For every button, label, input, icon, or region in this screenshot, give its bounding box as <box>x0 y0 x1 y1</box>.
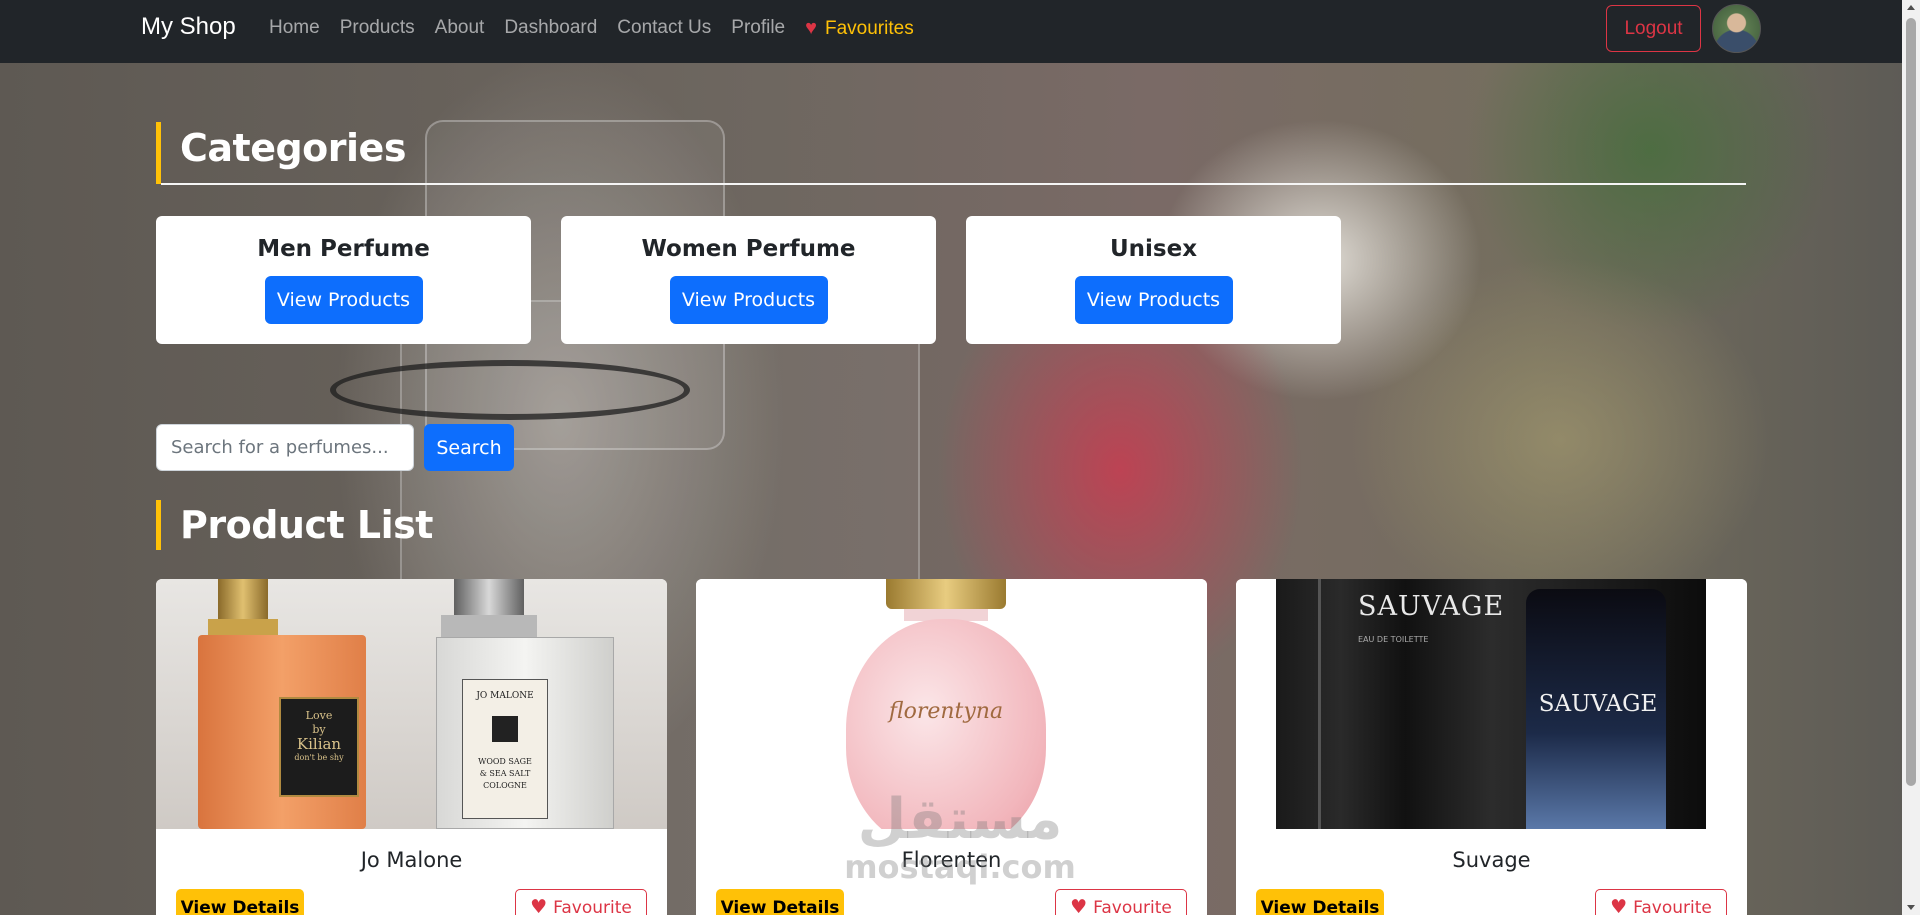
category-card-unisex: Unisex View Products <box>966 216 1341 344</box>
product-card-jo-malone: Love by Kilian don't be shy JO MALONE WO… <box>156 579 667 915</box>
label-text: don't be shy <box>294 753 344 762</box>
nav-link-contact[interactable]: Contact Us <box>617 17 711 40</box>
sauvage-box-label: SAUVAGE <box>1358 591 1505 622</box>
brand-link[interactable]: My Shop <box>141 13 236 41</box>
heart-icon: ♥ <box>1070 896 1088 915</box>
label-text: Love <box>305 709 333 722</box>
label-text: Kilian <box>296 735 342 753</box>
scroll-up-arrow-icon[interactable] <box>1907 5 1915 10</box>
heart-icon: ♥ <box>805 17 817 39</box>
sauvage-bottle-label: SAUVAGE <box>1538 691 1658 717</box>
view-products-button[interactable]: View Products <box>669 276 828 324</box>
nav-link-home[interactable]: Home <box>269 17 320 40</box>
product-card-suvage: SAUVAGE EAU DE TOILETTE SAUVAGE Suvage V… <box>1236 579 1747 915</box>
categories-divider <box>161 183 1746 185</box>
heart-icon: ♥ <box>1610 896 1628 915</box>
page-scrollbar[interactable] <box>1902 0 1920 915</box>
view-details-button[interactable]: View Details <box>716 889 844 915</box>
product-image: Love by Kilian don't be shy JO MALONE WO… <box>156 579 667 829</box>
view-products-button[interactable]: View Products <box>1074 276 1233 324</box>
product-image: SAUVAGE EAU DE TOILETTE SAUVAGE <box>1236 579 1747 829</box>
logout-button[interactable]: Logout <box>1606 5 1701 52</box>
search-input[interactable] <box>156 424 414 471</box>
sauvage-edt-label: EAU DE TOILETTE <box>1358 635 1429 644</box>
watermark-arabic: مستقل <box>857 787 1063 852</box>
navbar: My Shop Home Products About Dashboard Co… <box>0 0 1920 63</box>
product-name: Jo Malone <box>360 848 463 872</box>
favourites-label: Favourites <box>825 17 914 39</box>
category-title: Men Perfume <box>257 236 430 262</box>
nav-link-profile[interactable]: Profile <box>731 17 785 40</box>
nav-links: Home Products About Dashboard Contact Us… <box>269 17 934 40</box>
categories-heading: Categories <box>156 122 1746 184</box>
watermark-latin: mostaqi.com <box>844 848 1076 886</box>
favourite-button[interactable]: ♥ Favourite <box>515 889 647 915</box>
heart-icon: ♥ <box>530 896 548 915</box>
scroll-down-arrow-icon[interactable] <box>1907 905 1915 910</box>
avatar[interactable] <box>1712 4 1761 53</box>
florentyna-label: florentyna <box>888 699 1004 724</box>
product-name: Suvage <box>1452 848 1531 872</box>
favourite-button[interactable]: ♥ Favourite <box>1595 889 1727 915</box>
nav-link-favourites[interactable]: ♥ Favourites <box>805 17 914 40</box>
background-cord <box>330 360 690 420</box>
favourite-label: Favourite <box>1093 898 1172 915</box>
category-title: Unisex <box>1109 236 1198 262</box>
jo-malone-label: JO MALONE WOOD SAGE & SEA SALT COLOGNE <box>462 679 548 819</box>
kilian-label: Love by Kilian don't be shy <box>279 697 359 797</box>
view-products-button[interactable]: View Products <box>264 276 423 324</box>
search-button[interactable]: Search <box>424 424 514 471</box>
nav-link-dashboard[interactable]: Dashboard <box>504 17 597 40</box>
view-details-button[interactable]: View Details <box>1256 889 1384 915</box>
category-title: Women Perfume <box>641 236 856 262</box>
nav-link-about[interactable]: About <box>435 17 485 40</box>
label-text: COLOGNE <box>483 781 527 790</box>
watermark: مستقل mostaqi.com <box>840 790 1080 900</box>
favourite-label: Favourite <box>1633 898 1712 915</box>
label-text: & SEA SALT <box>479 769 531 778</box>
nav-link-products[interactable]: Products <box>340 17 415 40</box>
category-card-men: Men Perfume View Products <box>156 216 531 344</box>
view-details-button[interactable]: View Details <box>176 889 304 915</box>
product-list-heading: Product List <box>156 500 433 550</box>
label-text: WOOD SAGE <box>478 757 532 766</box>
category-card-women: Women Perfume View Products <box>561 216 936 344</box>
scroll-thumb[interactable] <box>1906 18 1916 786</box>
favourite-label: Favourite <box>553 898 632 915</box>
label-text: JO MALONE <box>476 691 534 701</box>
